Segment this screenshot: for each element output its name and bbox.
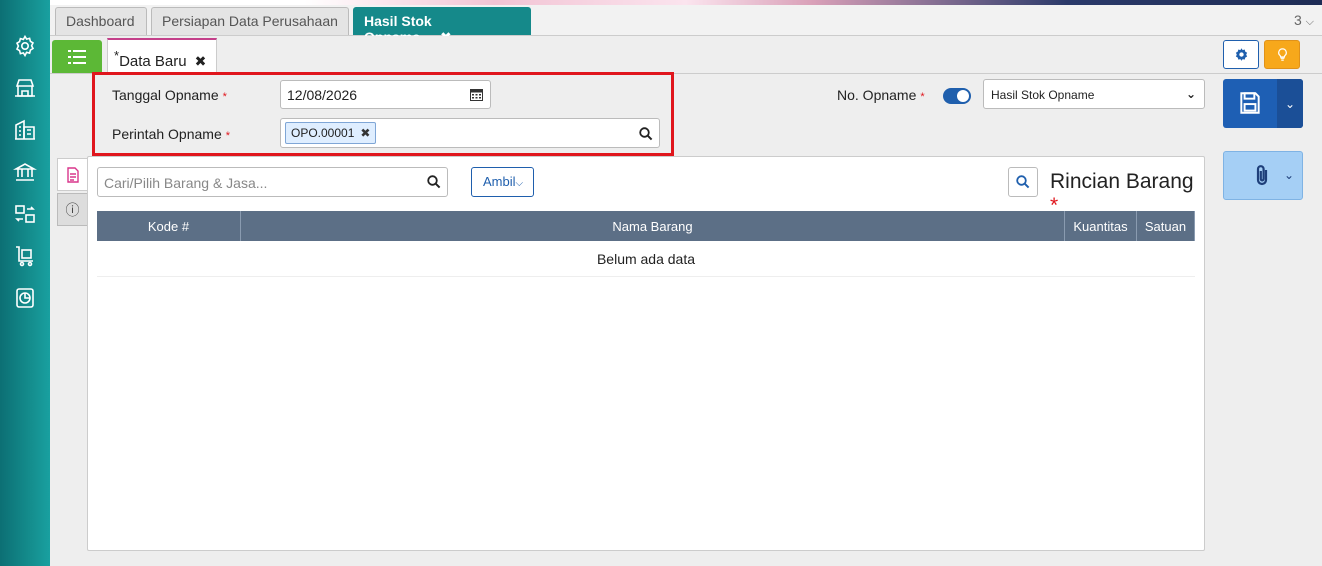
- info-tab[interactable]: ⓘ: [57, 193, 87, 226]
- empty-table-message: Belum ada data: [97, 241, 1195, 277]
- tips-button[interactable]: [1264, 40, 1300, 69]
- detail-tab[interactable]: [57, 158, 87, 191]
- tab-count: 3: [1293, 12, 1302, 28]
- tab-bar: Dashboard Persiapan Data Perusahaan Hasi…: [50, 0, 1322, 45]
- tab-dashboard[interactable]: Dashboard: [55, 7, 147, 35]
- save-button[interactable]: ⌄: [1223, 79, 1303, 128]
- paperclip-icon: [1256, 165, 1268, 186]
- gear-icon: [1235, 48, 1247, 61]
- highlight-box: [92, 72, 674, 156]
- bank-icon[interactable]: [11, 158, 39, 186]
- chevron-down-icon: ⌵: [515, 178, 524, 189]
- save-icon: [1240, 92, 1260, 114]
- items-table: Kode # Nama Barang Kuantitas Satuan Belu…: [97, 211, 1195, 277]
- tab-persiapan-data-perusahaan[interactable]: Persiapan Data Perusahaan: [151, 7, 349, 35]
- main-content: *Data Baru ✖ Tanggal Opname * 12/08/2026 P…: [50, 36, 1322, 566]
- search-icon: [1016, 175, 1030, 189]
- tab-label: Dashboard: [66, 13, 135, 29]
- chevron-down-icon: ⌄: [1185, 87, 1196, 101]
- report-icon[interactable]: [11, 284, 39, 312]
- column-header[interactable]: Satuan: [1137, 211, 1195, 241]
- info-icon: ⓘ: [65, 201, 80, 218]
- transfer-icon[interactable]: [11, 200, 39, 228]
- table-header: Kode # Nama Barang Kuantitas Satuan: [97, 211, 1195, 241]
- tab-label: Persiapan Data Perusahaan: [162, 13, 338, 29]
- subtab-data-baru[interactable]: *Data Baru ✖: [107, 38, 217, 73]
- ambil-button[interactable]: Ambil⌵: [471, 167, 534, 197]
- subtab-label: Data Baru: [119, 53, 187, 70]
- building-icon[interactable]: [11, 116, 39, 144]
- store-icon[interactable]: [11, 74, 39, 102]
- item-search-input[interactable]: Cari/Pilih Barang & Jasa...: [97, 167, 448, 197]
- cart-icon[interactable]: [11, 242, 39, 270]
- ambil-label: Ambil: [483, 174, 516, 189]
- sidebar: [0, 0, 50, 566]
- banner-strip: [50, 0, 1322, 5]
- chevron-down-icon: ⌄: [1284, 96, 1296, 111]
- save-options-dropdown[interactable]: ⌄: [1277, 79, 1303, 128]
- column-header[interactable]: Kuantitas: [1065, 211, 1137, 241]
- rincian-barang-panel: Cari/Pilih Barang & Jasa... Ambil⌵ Rinci…: [87, 156, 1205, 551]
- chevron-down-icon: ⌄: [1283, 168, 1294, 182]
- search-icon[interactable]: [427, 175, 441, 189]
- gear-icon[interactable]: [11, 32, 39, 60]
- tab-hasil-stok-opname[interactable]: Hasil Stok Opname✖: [353, 7, 531, 45]
- lightbulb-icon: [1277, 48, 1287, 61]
- column-header[interactable]: Kode #: [97, 211, 241, 241]
- attachment-button[interactable]: ⌄: [1223, 151, 1303, 200]
- no-opname-toggle[interactable]: [943, 88, 971, 104]
- search-placeholder: Cari/Pilih Barang & Jasa...: [104, 175, 268, 191]
- document-icon: [66, 166, 79, 183]
- no-opname-label: No. Opname *: [837, 87, 925, 103]
- select-value: Hasil Stok Opname: [991, 88, 1095, 102]
- find-item-button[interactable]: [1008, 167, 1038, 197]
- settings-button[interactable]: [1223, 40, 1259, 69]
- tab-count-dropdown[interactable]: 3 ⌵: [1294, 12, 1314, 29]
- opname-type-select[interactable]: Hasil Stok Opname ⌄: [983, 79, 1205, 109]
- menu-list-button[interactable]: [52, 40, 102, 73]
- chevron-down-icon: ⌵: [1305, 16, 1314, 28]
- list-icon: [68, 49, 86, 64]
- close-icon[interactable]: ✖: [195, 53, 207, 69]
- column-header[interactable]: Nama Barang: [241, 211, 1065, 241]
